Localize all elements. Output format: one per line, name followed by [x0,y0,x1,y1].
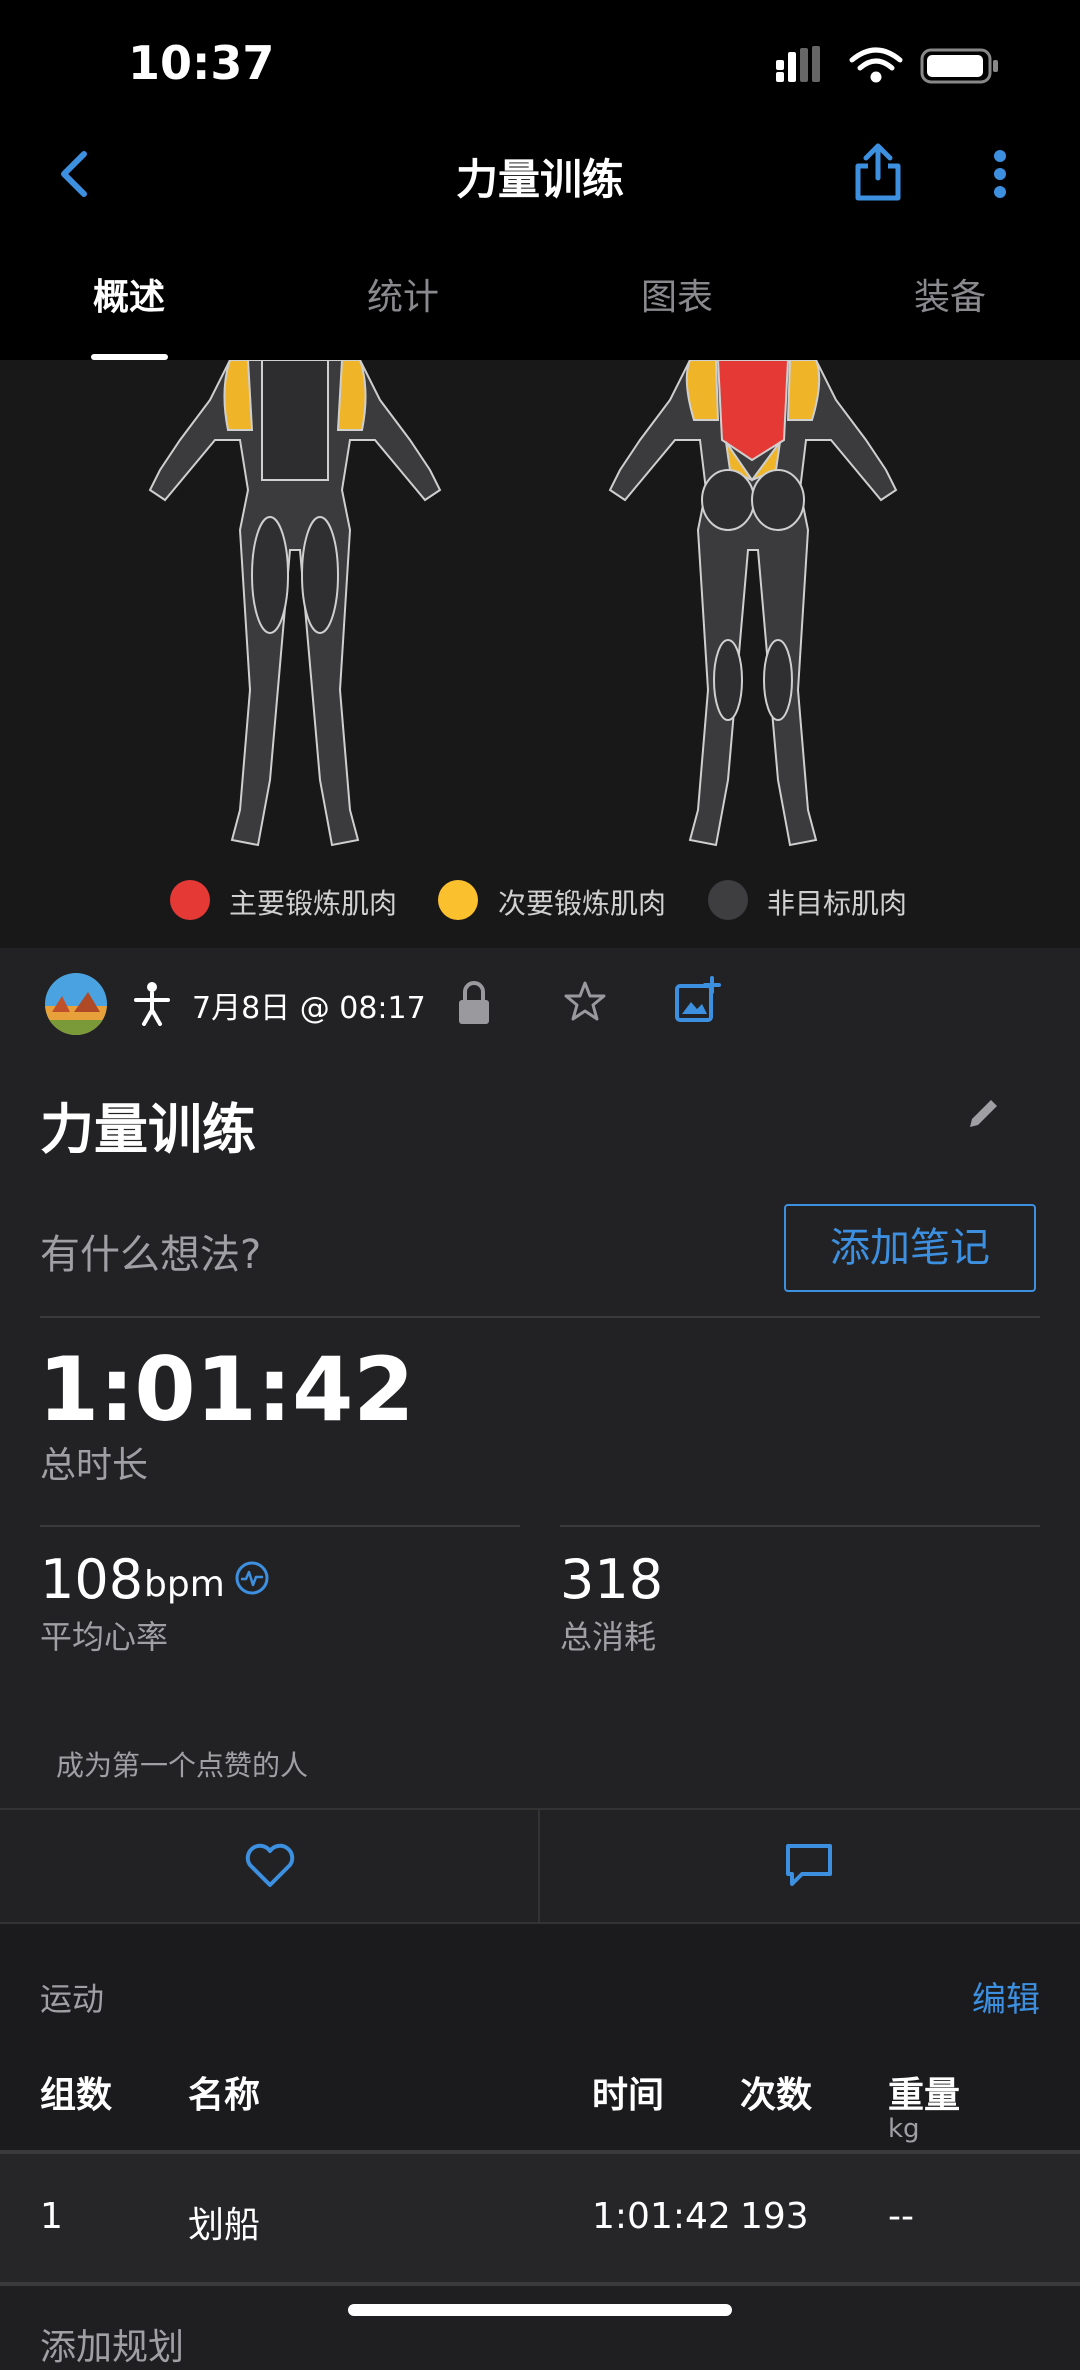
home-indicator[interactable] [348,2304,732,2316]
next-section-label: 添加规划 [40,2327,185,2368]
divider [538,1808,540,1924]
legend-primary-label: 主要锻炼肌肉 [229,887,398,920]
tab-charts[interactable]: 图表 [577,268,777,320]
star-icon[interactable] [564,980,606,1022]
share-icon[interactable] [852,140,904,202]
status-icons [776,46,998,84]
legend-untargeted-dot [708,880,748,920]
wifi-icon [849,47,903,83]
cell-time: 1:01:42 [592,2196,731,2237]
legend-secondary-dot [438,880,478,920]
back-body-figure [608,359,898,847]
col-reps: 次数 [740,2075,813,2116]
likes-text: 成为第一个点赞的人 [56,1749,309,1782]
strength-activity-icon [134,982,170,1026]
duration-label: 总时长 [40,1445,149,1486]
avg-hr-unit: bpm [144,1564,225,1605]
legend-primary-dot [170,880,210,920]
divider [40,1525,520,1527]
divider [40,1316,1040,1318]
comment-icon[interactable] [784,1842,834,1888]
muscle-map [0,359,1080,948]
divider [560,1525,1040,1527]
note-prompt[interactable]: 有什么想法? [40,1222,261,1280]
add-note-button[interactable]: 添加笔记 [784,1204,1036,1292]
legend-untargeted-label: 非目标肌肉 [767,887,908,920]
legend-secondary-label: 次要锻炼肌肉 [498,887,667,920]
avg-hr-label: 平均心率 [40,1618,169,1656]
duration-value: 1:01:42 [38,1338,415,1441]
tab-gear[interactable]: 装备 [850,268,1050,320]
cell-weight: -- [888,2196,914,2237]
like-heart-icon[interactable] [244,1843,296,1889]
col-weight-unit: kg [888,2114,920,2144]
edit-exercises-link[interactable]: 编辑 [972,1972,1040,2021]
table-row[interactable] [0,2154,1080,2282]
tab-stats[interactable]: 统计 [303,268,503,320]
activity-name: 力量训练 [40,1098,256,1161]
col-set: 组数 [40,2075,113,2116]
front-body-figure [148,359,442,847]
more-vertical-icon[interactable] [988,146,1012,202]
avg-hr-value: 108 [40,1548,144,1611]
add-photo-icon[interactable] [674,976,722,1024]
col-weight: 重量 [888,2075,961,2116]
divider [0,2282,1080,2286]
heart-rate-info-icon[interactable] [234,1560,270,1596]
edit-pencil-icon[interactable] [964,1093,1004,1133]
calories-label: 总消耗 [560,1618,657,1656]
status-time: 10:37 [128,36,275,90]
lock-icon[interactable] [456,980,492,1026]
cell-name: 划船 [188,2205,261,2246]
battery-icon [920,48,998,84]
exercises-section-header [0,1924,1080,2025]
col-time: 时间 [592,2075,665,2116]
social-bar [0,1808,1080,1924]
page-title: 力量训练 [455,155,624,204]
exercises-section-label: 运动 [40,1980,105,2018]
muscle-figures [148,359,898,847]
cell-set: 1 [40,2196,63,2237]
col-name: 名称 [188,2075,261,2116]
activity-date: 7月8日 @ 08:17 [192,991,426,1026]
calories-value: 318 [560,1548,664,1611]
avatar[interactable] [44,972,108,1036]
cell-reps: 193 [740,2196,809,2237]
signal-icon [776,46,820,82]
tab-overview[interactable]: 概述 [29,268,229,320]
